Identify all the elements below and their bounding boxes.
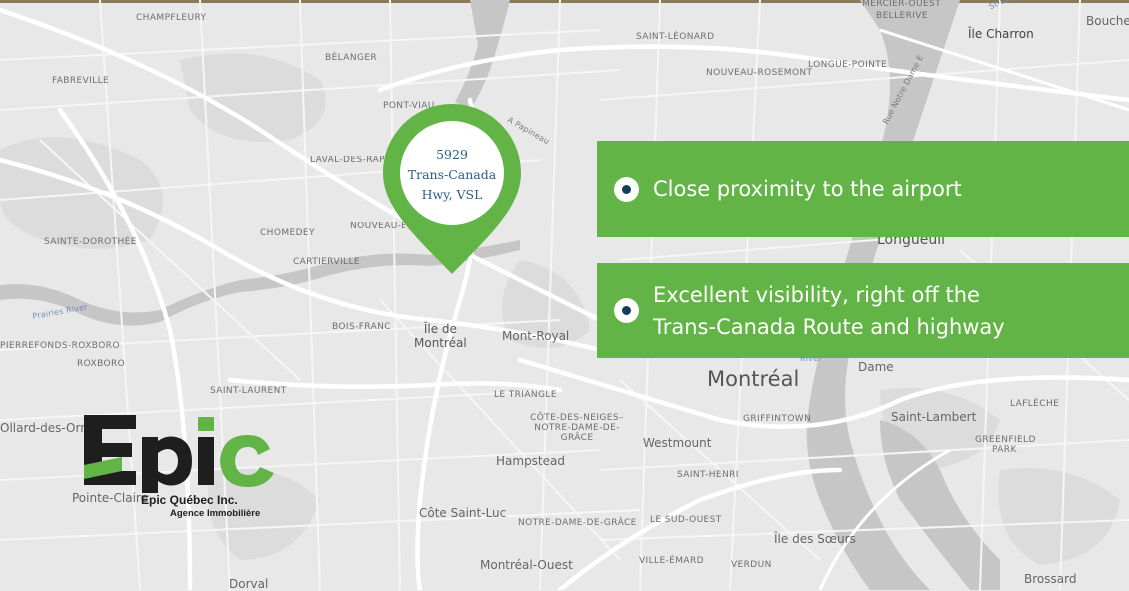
map-label-greenfield: GREENFIELD: [975, 435, 1036, 445]
map-label-montreal: Montréal: [707, 367, 800, 391]
map-label-brossard: Brossard: [1024, 572, 1077, 586]
map-label-longue-pointe: LONGUE-POINTE: [808, 60, 888, 70]
feature-banner-airport: Close proximity to the airport: [597, 141, 1129, 237]
logo-company: Epic Québec Inc.: [141, 493, 238, 507]
map-label-belanger: BÉLANGER: [325, 53, 378, 63]
map-label-chomedey: CHOMEDEY: [260, 228, 315, 238]
map-label-nouveau-rosemont: NOUVEAU-ROSEMONT: [706, 68, 813, 78]
map-label-roxboro: ROXBORO: [77, 359, 126, 369]
map-label-ndg: NOTRE-DAME-DE-GRÂCE: [518, 518, 637, 528]
feature-text: Excellent visibility, right off the Tran…: [653, 279, 1005, 343]
feature-line: Trans-Canada Route and highway: [653, 314, 1005, 339]
map-label-hampstead: Hampstead: [496, 454, 565, 468]
map-label-saint-leonard: SAINT-LÉONARD: [636, 32, 715, 42]
map-label-griffintown: GRIFFINTOWN: [743, 414, 812, 424]
map-label-montreal-ouest: Montréal-Ouest: [480, 558, 573, 572]
map-label-le-sud-ouest: LE SUD-OUEST: [650, 515, 722, 525]
map-label-bellerive: BELLERIVE: [876, 11, 928, 21]
pin-address-line1: 5929: [436, 147, 468, 162]
map-label-laval-des-rapides: LAVAL-DES-RAPIDES: [310, 156, 384, 165]
location-pin[interactable]: 5929 Trans-Canada Hwy, VSL: [383, 104, 521, 274]
island-line2: Montréal: [414, 336, 467, 350]
map-label-saint-henri: SAINT-HENRI: [677, 470, 739, 480]
map-label-ile-de-montreal: Île de Montréal: [414, 322, 467, 350]
epic-logo[interactable]: Epic Québec Inc. Agence Immobilière: [82, 413, 282, 523]
map-label-park: PARK: [992, 445, 1017, 455]
map-label-saint-lambert: Saint-Lambert: [891, 410, 977, 424]
map-label-westmount: Westmount: [643, 436, 712, 450]
map-label-champfleury: CHAMPFLEURY: [136, 13, 207, 23]
pin-address-line3: Hwy, VSL: [421, 187, 483, 202]
feature-line: Excellent visibility, right off the: [653, 282, 980, 307]
map-label-ville-emard: VILLE-ÉMARD: [639, 556, 704, 566]
map-label-sainte-dorothee: SAINTE-DOROTHÉE: [44, 237, 137, 247]
pin-address: 5929 Trans-Canada Hwy, VSL: [402, 145, 502, 205]
map-label-verdun: VERDUN: [731, 560, 772, 570]
map-label-ile-charron: Île Charron: [968, 27, 1034, 41]
feature-banner-visibility: Excellent visibility, right off the Tran…: [597, 263, 1129, 358]
map-label-cdn-ndg: CÔTE-DES-NEIGES–NOTRE-DAME-DE-GRÂCE: [530, 413, 624, 443]
map-label-cote-saint-luc: Côte Saint-Luc: [419, 506, 507, 520]
map-label-mercier-ouest: MERCIER-OUEST: [862, 0, 942, 9]
logo-tagline: Agence Immobilière: [170, 508, 261, 519]
feature-text: Close proximity to the airport: [653, 173, 962, 205]
map-label-dorval: Dorval: [229, 577, 269, 591]
bullet-icon: [614, 298, 639, 323]
pin-address-line2: Trans-Canada: [407, 167, 497, 182]
map-label-cartierville: CARTIERVILLE: [293, 257, 360, 267]
map-label-le-triangle: LE TRIANGLE: [494, 390, 557, 400]
map-label-saint-laurent: SAINT-LAURENT: [210, 386, 287, 396]
map-label-dollard-des-ormeaux: Ollard-des-Ormeaux: [0, 422, 84, 434]
map-label-laflèche: LAFLÈCHE: [1010, 399, 1060, 409]
epic-wordmark: [84, 415, 274, 493]
map-label-pierrefonds-roxboro: PIERREFONDS-ROXBORO: [0, 341, 120, 351]
island-line1: Île de: [423, 322, 457, 336]
map-label-ile-des-soeurs: Île des Sœurs: [774, 532, 856, 546]
map-label-dame: Dame: [858, 360, 894, 374]
map-label-bois-franc: BOIS-FRANC: [332, 322, 391, 332]
feature-line: Close proximity to the airport: [653, 177, 962, 201]
bullet-icon: [614, 176, 639, 202]
map-label-mont-royal: Mont-Royal: [502, 329, 570, 343]
map-label-boucherville: Boucherville: [1086, 14, 1129, 28]
map-label-fabreville: FABREVILLE: [52, 76, 110, 86]
